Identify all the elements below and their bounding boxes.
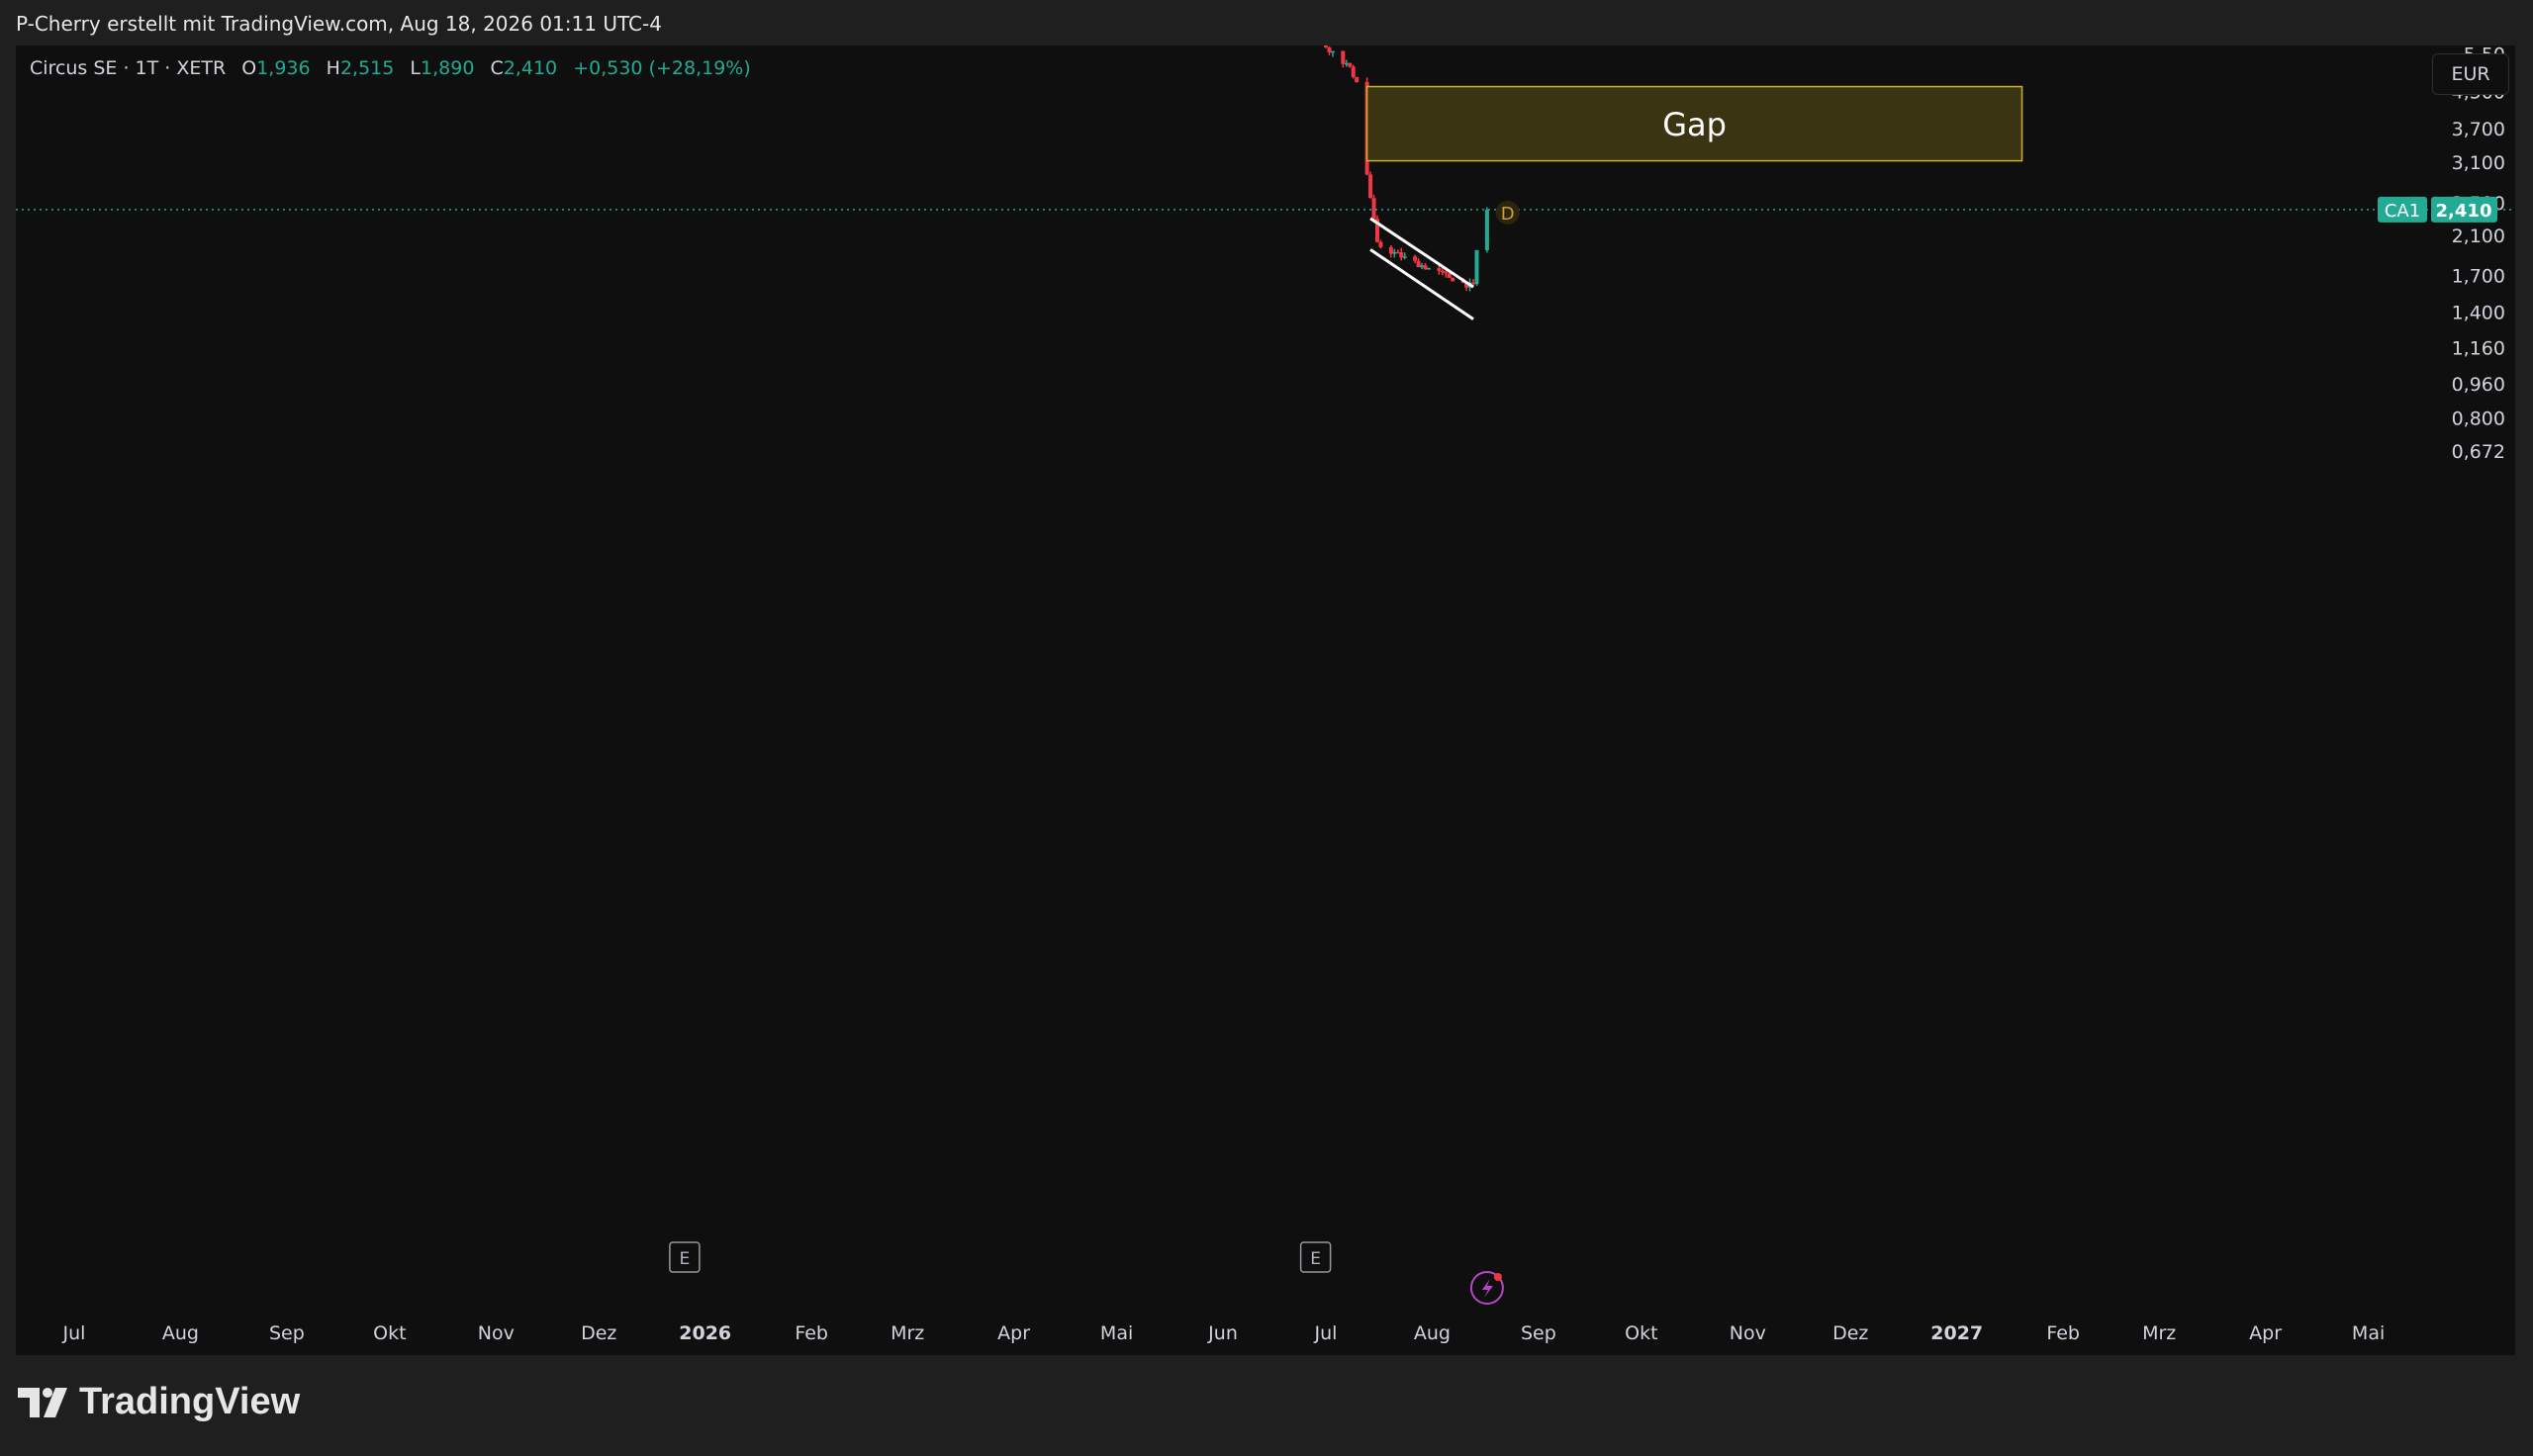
low-value: 1,890 (421, 57, 475, 79)
y-tick-label: 3,700 (2452, 119, 2505, 140)
candle-body (1344, 62, 1349, 65)
candle-body (1330, 50, 1335, 53)
x-tick-label: Nov (1730, 1322, 1766, 1344)
open-label: O (241, 57, 257, 79)
x-tick-label: Jul (62, 1322, 86, 1344)
x-tick-label: Mrz (2142, 1322, 2176, 1344)
candle-body (1413, 256, 1418, 261)
x-tick-label: Sep (269, 1322, 305, 1344)
event-notification-dot (1493, 1273, 1502, 1281)
channel-lower-line[interactable] (1369, 248, 1474, 320)
change-value: +0,530 (+28,19%) (573, 57, 751, 79)
candle-body (1327, 46, 1332, 53)
y-tick-label: 1,700 (2452, 266, 2505, 288)
gap-label: Gap (1662, 106, 1727, 143)
tradingview-logo-text: TradingView (79, 1381, 301, 1422)
candle-body (1440, 270, 1445, 273)
tradingview-logo[interactable]: TradingView (18, 1381, 300, 1423)
candle-body (1444, 271, 1449, 274)
candle-body (1484, 210, 1489, 250)
candle-body (1474, 249, 1479, 285)
symbol-legend[interactable]: Circus SE · 1T · XETR O1,936 H2,515 L1,8… (30, 57, 751, 79)
y-tick-label: 3,100 (2452, 152, 2505, 174)
x-tick-label: 2026 (679, 1322, 731, 1344)
y-tick-label: 0,960 (2452, 374, 2505, 396)
candle-body (1399, 252, 1404, 258)
last-price-value: 2,410 (2436, 201, 2492, 222)
candle-body (1355, 76, 1360, 82)
candle-body (1420, 265, 1425, 268)
candle-body (1423, 265, 1428, 270)
x-tick-label: Jul (1314, 1322, 1338, 1344)
x-tick-label: Okt (1625, 1322, 1657, 1344)
low-label: L (410, 57, 422, 79)
x-tick-label: Mrz (891, 1322, 924, 1344)
open-value: 1,936 (256, 57, 311, 79)
earnings-marker-label: E (680, 1249, 691, 1269)
candle-body (1348, 62, 1353, 67)
channel-upper-line[interactable] (1369, 217, 1474, 289)
last-price-tag-label: CA1 (2385, 201, 2420, 222)
x-tick-label: Aug (162, 1322, 199, 1344)
x-tick-label: Feb (795, 1322, 828, 1344)
candle-body (1471, 282, 1476, 285)
candle-body (1324, 46, 1328, 47)
currency-button[interactable]: EUR (2432, 53, 2509, 95)
y-tick-label: 1,400 (2452, 303, 2505, 324)
candle-body (1351, 66, 1356, 77)
chart-credit: P-Cherry erstellt mit TradingView.com, A… (16, 12, 662, 36)
x-tick-label: Jun (1207, 1322, 1238, 1344)
tradingview-logo-icon (18, 1387, 67, 1417)
x-tick-label: Okt (373, 1322, 406, 1344)
chart-frame[interactable]: 32,0026,0020,0016,0013,0010,508,507,005,… (16, 46, 2515, 1355)
symbol-name[interactable]: Circus SE · 1T · XETR (30, 57, 226, 79)
x-tick-label: Mai (1100, 1322, 1133, 1344)
x-tick-label: Feb (2046, 1322, 2080, 1344)
high-value: 2,515 (339, 57, 395, 79)
y-tick-label: 2,100 (2452, 226, 2505, 247)
candle-body (1447, 273, 1452, 278)
y-tick-label: 0,672 (2452, 441, 2505, 463)
candle-body (1451, 277, 1455, 282)
candle-body (1395, 251, 1400, 254)
y-tick-label: 1,160 (2452, 338, 2505, 360)
candle-body (1341, 50, 1346, 64)
lightning-icon (1481, 1279, 1493, 1298)
candle-body (1368, 174, 1373, 199)
x-tick-label: 2027 (1930, 1322, 1983, 1344)
close-label: C (490, 57, 504, 79)
close-value: 2,410 (503, 57, 558, 79)
x-tick-label: Mai (2352, 1322, 2385, 1344)
x-tick-label: Dez (581, 1322, 616, 1344)
price-chart[interactable]: 32,0026,0020,0016,0013,0010,508,507,005,… (16, 46, 2515, 1355)
candle-body (1392, 251, 1397, 254)
candle-body (1416, 260, 1421, 268)
candle-body (1402, 256, 1407, 258)
x-tick-label: Apr (997, 1322, 1030, 1344)
high-label: H (326, 57, 340, 79)
x-tick-label: Aug (1414, 1322, 1451, 1344)
candle-body (1437, 268, 1442, 271)
candle-body (1378, 241, 1383, 247)
y-tick-label: 0,800 (2452, 409, 2505, 430)
earnings-marker-label: E (1310, 1249, 1321, 1269)
x-tick-label: Apr (2249, 1322, 2282, 1344)
x-tick-label: Nov (478, 1322, 515, 1344)
candle-body (1388, 246, 1393, 254)
dividend-marker-label: D (1501, 204, 1515, 225)
x-tick-label: Dez (1832, 1322, 1868, 1344)
candle-body (1371, 198, 1376, 220)
x-tick-label: Sep (1521, 1322, 1556, 1344)
candle-body (1426, 268, 1431, 270)
